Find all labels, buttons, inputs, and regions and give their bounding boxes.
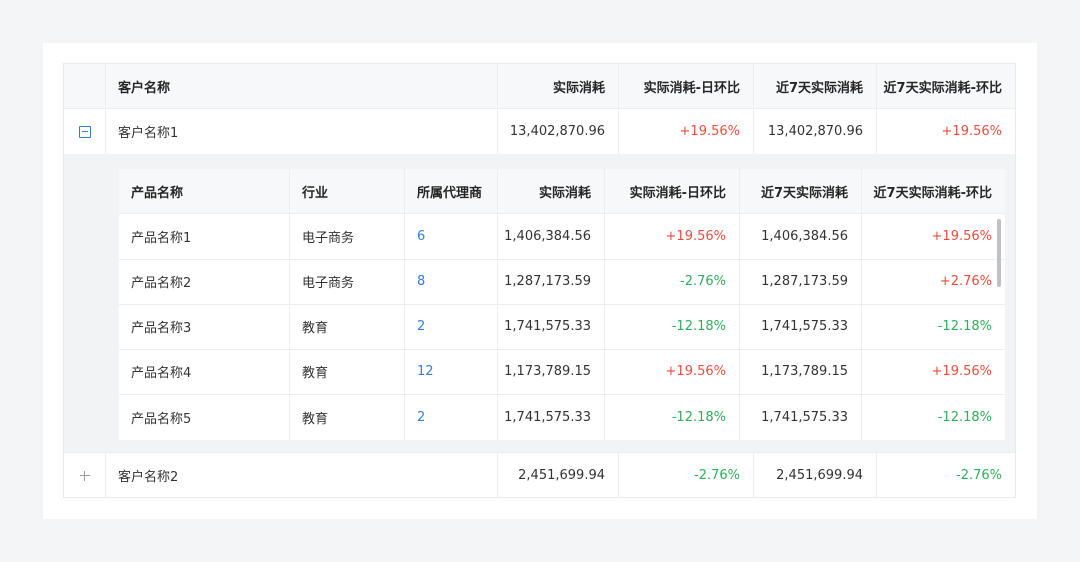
product-name: 产品名称4 <box>119 349 290 394</box>
table-row[interactable]: 产品名称5 教育 2 1,741,575.33 -12.18% 1,741,57… <box>119 394 1005 440</box>
seven-day-value: 1,741,575.33 <box>740 394 862 440</box>
collapse-toggle[interactable] <box>64 109 106 154</box>
table-row[interactable]: 产品名称1 电子商务 6 1,406,384.56 +19.56% 1,406,… <box>119 214 1005 260</box>
customer-name: 客户名称2 <box>106 453 498 497</box>
agent-count-link[interactable]: 2 <box>405 304 498 349</box>
seven-day-value: 1,741,575.33 <box>740 304 862 349</box>
industry: 电子商务 <box>290 259 405 304</box>
agent-count-link[interactable]: 2 <box>405 394 498 440</box>
plus-icon[interactable] <box>79 470 91 482</box>
table-row[interactable]: 产品名称2 电子商务 8 1,287,173.59 -2.76% 1,287,1… <box>119 259 1005 305</box>
product-name: 产品名称3 <box>119 304 290 349</box>
table-card: 客户名称 实际消耗 实际消耗-日环比 近7天实际消耗 近7天实际消耗-环比 客户… <box>43 43 1037 519</box>
actual-value: 1,741,575.33 <box>498 394 605 440</box>
vertical-scrollbar[interactable] <box>997 219 1001 287</box>
agent-count-link[interactable]: 6 <box>405 214 498 259</box>
product-name: 产品名称5 <box>119 394 290 440</box>
seven-day-value: 2,451,699.94 <box>754 453 877 497</box>
customer-name: 客户名称1 <box>106 109 498 154</box>
actual-dod-value: -2.76% <box>619 453 754 497</box>
header-product[interactable]: 产品名称 <box>119 169 290 213</box>
actual-dod-value: -12.18% <box>605 304 740 349</box>
header-actual[interactable]: 实际消耗 <box>498 64 619 108</box>
header-industry[interactable]: 行业 <box>290 169 405 213</box>
seven-day-value: 1,173,789.15 <box>740 349 862 394</box>
seven-day-pop-value: +19.56% <box>941 124 1002 139</box>
actual-dod-value: -12.18% <box>605 394 740 440</box>
seven-day-value: 1,406,384.56 <box>740 214 862 259</box>
actual-dod-value: -2.76% <box>605 259 740 304</box>
header-seven-day-pop[interactable]: 近7天实际消耗-环比 <box>877 64 1015 108</box>
header-actual[interactable]: 实际消耗 <box>498 169 605 213</box>
actual-dod-value: +19.56% <box>605 214 740 259</box>
header-actual-dod[interactable]: 实际消耗-日环比 <box>619 64 754 108</box>
customer-table-header: 客户名称 实际消耗 实际消耗-日环比 近7天实际消耗 近7天实际消耗-环比 <box>64 64 1015 109</box>
header-seven-day[interactable]: 近7天实际消耗 <box>740 169 862 213</box>
product-table-header: 产品名称 行业 所属代理商 实际消耗 实际消耗-日环比 近7天实际消耗 近7天实… <box>119 169 1005 214</box>
table-row[interactable]: 客户名称2 2,451,699.94 -2.76% 2,451,699.94 -… <box>64 453 1015 497</box>
table-row[interactable]: 客户名称1 13,402,870.96 +19.56% 13,402,870.9… <box>64 109 1015 155</box>
product-name: 产品名称1 <box>119 214 290 259</box>
header-agent[interactable]: 所属代理商 <box>405 169 498 213</box>
header-seven-day[interactable]: 近7天实际消耗 <box>754 64 877 108</box>
seven-day-pop-value: -12.18% <box>937 319 992 334</box>
expanded-row-panel: 产品名称 行业 所属代理商 实际消耗 实际消耗-日环比 近7天实际消耗 近7天实… <box>64 154 1015 453</box>
seven-day-value: 13,402,870.96 <box>754 109 877 154</box>
seven-day-pop-value: +19.56% <box>931 229 992 244</box>
actual-value: 1,287,173.59 <box>498 259 605 304</box>
header-actual-dod[interactable]: 实际消耗-日环比 <box>605 169 740 213</box>
industry: 教育 <box>290 349 405 394</box>
actual-value: 1,173,789.15 <box>498 349 605 394</box>
header-customer[interactable]: 客户名称 <box>106 64 498 108</box>
actual-value: 13,402,870.96 <box>498 109 619 154</box>
actual-dod-value: +19.56% <box>605 349 740 394</box>
actual-dod-value: +19.56% <box>619 109 754 154</box>
table-row[interactable]: 产品名称4 教育 12 1,173,789.15 +19.56% 1,173,7… <box>119 349 1005 395</box>
header-seven-day-pop[interactable]: 近7天实际消耗-环比 <box>862 169 1005 213</box>
industry: 教育 <box>290 394 405 440</box>
seven-day-pop-value: +2.76% <box>939 274 992 289</box>
product-table: 产品名称 行业 所属代理商 实际消耗 实际消耗-日环比 近7天实际消耗 近7天实… <box>119 169 1005 440</box>
seven-day-value: 1,287,173.59 <box>740 259 862 304</box>
industry: 电子商务 <box>290 214 405 259</box>
expand-toggle[interactable] <box>64 453 106 497</box>
minus-square-icon[interactable] <box>78 125 91 138</box>
expand-column-header <box>64 64 106 108</box>
actual-value: 1,406,384.56 <box>498 214 605 259</box>
seven-day-pop-value: +19.56% <box>931 364 992 379</box>
actual-value: 2,451,699.94 <box>498 453 619 497</box>
agent-count-link[interactable]: 12 <box>405 349 498 394</box>
seven-day-pop-value: -12.18% <box>937 409 992 425</box>
table-row[interactable]: 产品名称3 教育 2 1,741,575.33 -12.18% 1,741,57… <box>119 304 1005 350</box>
product-name: 产品名称2 <box>119 259 290 304</box>
agent-count-link[interactable]: 8 <box>405 259 498 304</box>
customer-table: 客户名称 实际消耗 实际消耗-日环比 近7天实际消耗 近7天实际消耗-环比 客户… <box>63 63 1016 498</box>
industry: 教育 <box>290 304 405 349</box>
actual-value: 1,741,575.33 <box>498 304 605 349</box>
seven-day-pop-value: -2.76% <box>956 468 1002 483</box>
